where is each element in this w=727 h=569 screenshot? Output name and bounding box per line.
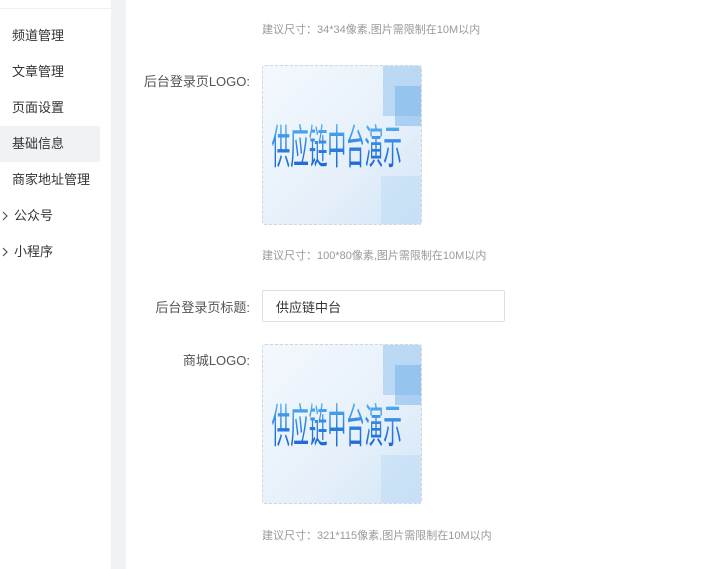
sidebar-group-mini-program[interactable]: 小程序 xyxy=(0,234,100,270)
sidebar-item-label: 频道管理 xyxy=(12,28,65,43)
admin-logo-label: 后台登录页LOGO: xyxy=(143,74,250,89)
sidebar-item-label: 商家地址管理 xyxy=(12,172,91,187)
layout-gutter xyxy=(111,0,126,569)
admin-title-input[interactable] xyxy=(262,290,505,322)
admin-logo-image: 供应链中台演示 xyxy=(263,66,421,224)
admin-logo-image-text: 供应链中台演示 xyxy=(272,122,402,176)
sidebar-item-merchant-address[interactable]: 商家地址管理 xyxy=(0,162,100,198)
sidebar-item-article-management[interactable]: 文章管理 xyxy=(0,54,100,90)
admin-logo-upload[interactable]: 供应链中台演示 xyxy=(262,65,422,225)
sidebar-item-basic-info[interactable]: 基础信息 xyxy=(0,126,100,162)
sidebar-group-official-account[interactable]: 公众号 xyxy=(0,198,100,234)
basic-info-form: 建议尺寸：34*34像素,图片需限制在10M以内 后台登录页LOGO: 供应链中… xyxy=(126,0,727,569)
sidebar-item-label: 小程序 xyxy=(14,244,54,259)
mall-logo-label: 商城LOGO: xyxy=(182,353,250,368)
sidebar: 频道管理 文章管理 页面设置 基础信息 商家地址管理 公众号 小程序 xyxy=(0,0,112,569)
sidebar-item-label: 公众号 xyxy=(14,208,54,223)
sidebar-item-channel-management[interactable]: 频道管理 xyxy=(0,18,100,54)
mall-logo-upload[interactable]: 供应链中台演示 xyxy=(262,344,422,504)
sidebar-divider xyxy=(0,8,111,9)
favicon-size-hint: 建议尺寸：34*34像素,图片需限制在10M以内 xyxy=(262,24,481,36)
sidebar-item-label: 文章管理 xyxy=(12,64,65,79)
chevron-right-icon xyxy=(1,234,9,285)
mall-logo-image-text: 供应链中台演示 xyxy=(272,401,402,455)
mall-logo-image: 供应链中台演示 xyxy=(263,345,421,503)
mall-logo-size-hint: 建议尺寸：321*115像素,图片需限制在10M以内 xyxy=(262,530,492,542)
admin-title-label: 后台登录页标题: xyxy=(155,300,250,315)
sidebar-item-page-settings[interactable]: 页面设置 xyxy=(0,90,100,126)
sidebar-item-label: 基础信息 xyxy=(12,136,65,151)
admin-logo-size-hint: 建议尺寸：100*80像素,图片需限制在10M以内 xyxy=(262,250,487,262)
sidebar-item-label: 页面设置 xyxy=(12,100,65,115)
